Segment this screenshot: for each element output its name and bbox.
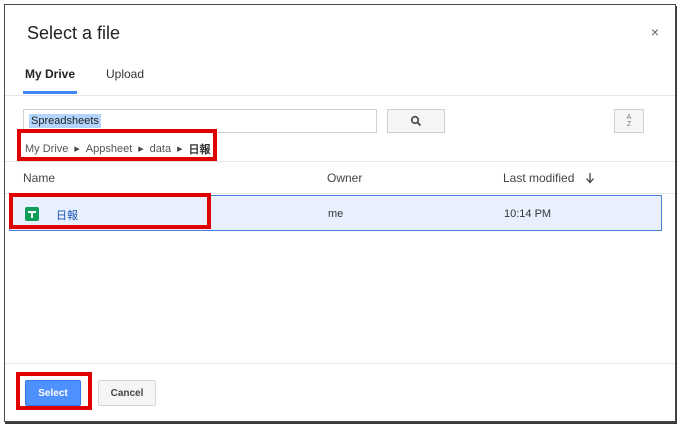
file-owner: me	[328, 208, 344, 220]
tab-upload[interactable]: Upload	[106, 67, 144, 81]
column-header-owner[interactable]: Owner	[327, 171, 362, 185]
file-picker-dialog: Select a file × My Drive Upload Spreadsh…	[4, 4, 676, 422]
sort-az-button[interactable]: A Z	[614, 109, 644, 133]
highlight-box-file	[9, 193, 211, 229]
dialog-title: Select a file	[27, 23, 121, 43]
cancel-button[interactable]: Cancel	[98, 380, 156, 406]
highlight-box-select	[16, 372, 92, 410]
sort-az-icon-bottom: Z	[626, 121, 632, 128]
active-tab-indicator	[23, 91, 77, 94]
column-header-last-modified[interactable]: Last modified	[503, 171, 574, 185]
sort-az-icon-top: A	[626, 114, 632, 121]
divider	[5, 363, 675, 364]
search-icon	[410, 115, 422, 127]
arrow-down-icon[interactable]	[584, 172, 596, 184]
search-button[interactable]	[387, 109, 445, 133]
tab-bar: My Drive Upload	[5, 63, 675, 96]
column-header-name[interactable]: Name	[23, 171, 55, 185]
search-input-value: Spreadsheets	[29, 114, 101, 128]
file-modified: 10:14 PM	[504, 208, 552, 220]
close-icon[interactable]: ×	[651, 25, 659, 39]
highlight-box-breadcrumb	[17, 129, 217, 161]
divider	[5, 161, 675, 162]
tab-my-drive[interactable]: My Drive	[25, 67, 75, 81]
